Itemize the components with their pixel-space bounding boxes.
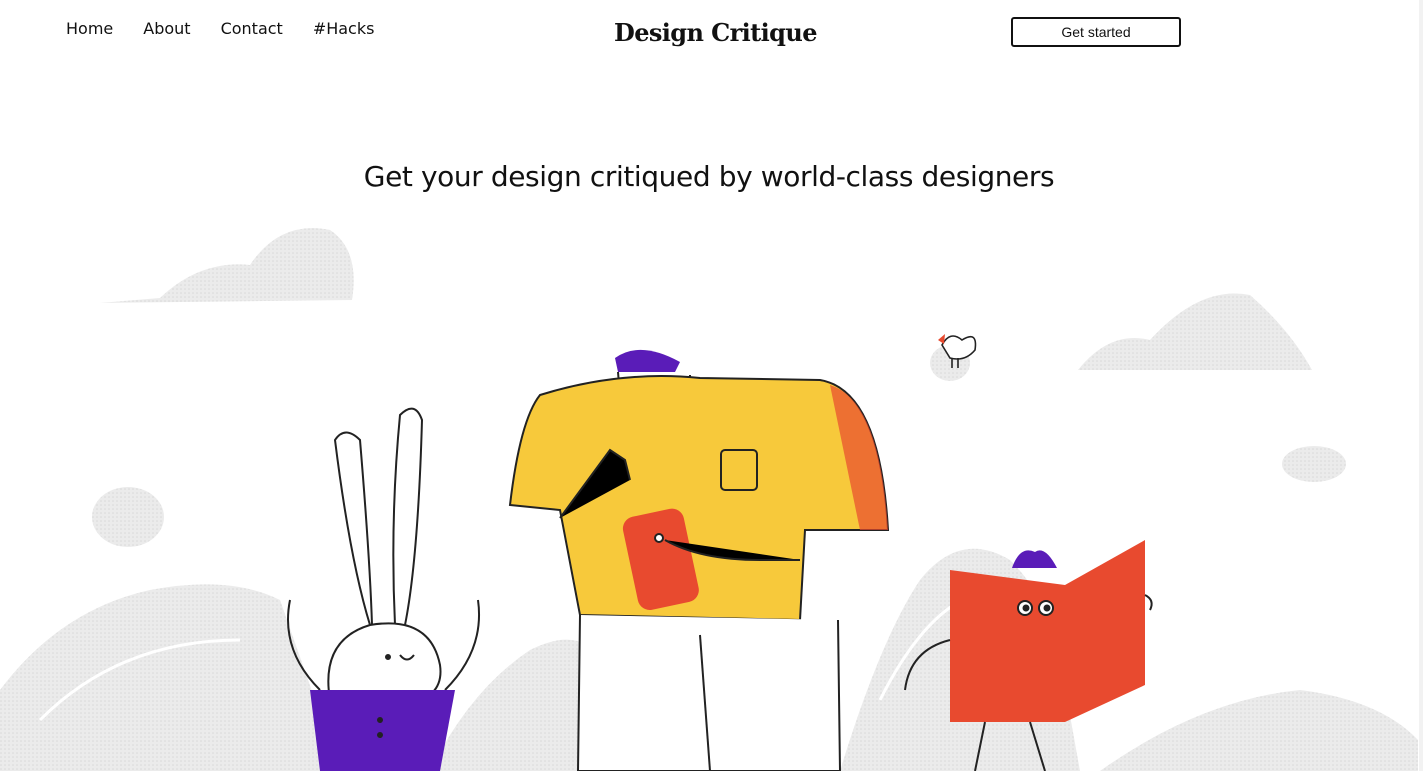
nav-contact-link[interactable]: Contact — [221, 19, 283, 39]
scrollbar-track[interactable] — [1419, 0, 1423, 771]
nav-about-link[interactable]: About — [143, 19, 190, 39]
nav-links: Home About Contact #Hacks — [66, 19, 404, 39]
hero-headline: Get your design critiqued by world-class… — [363, 160, 1055, 193]
get-started-button[interactable]: Get started — [1011, 17, 1181, 47]
hero-illustration — [0, 228, 1418, 771]
nav-hacks-link[interactable]: #Hacks — [313, 19, 375, 39]
nav-home-link[interactable]: Home — [66, 19, 113, 39]
bunny-character — [287, 407, 480, 771]
site-logo[interactable]: Design Critique — [614, 18, 817, 48]
